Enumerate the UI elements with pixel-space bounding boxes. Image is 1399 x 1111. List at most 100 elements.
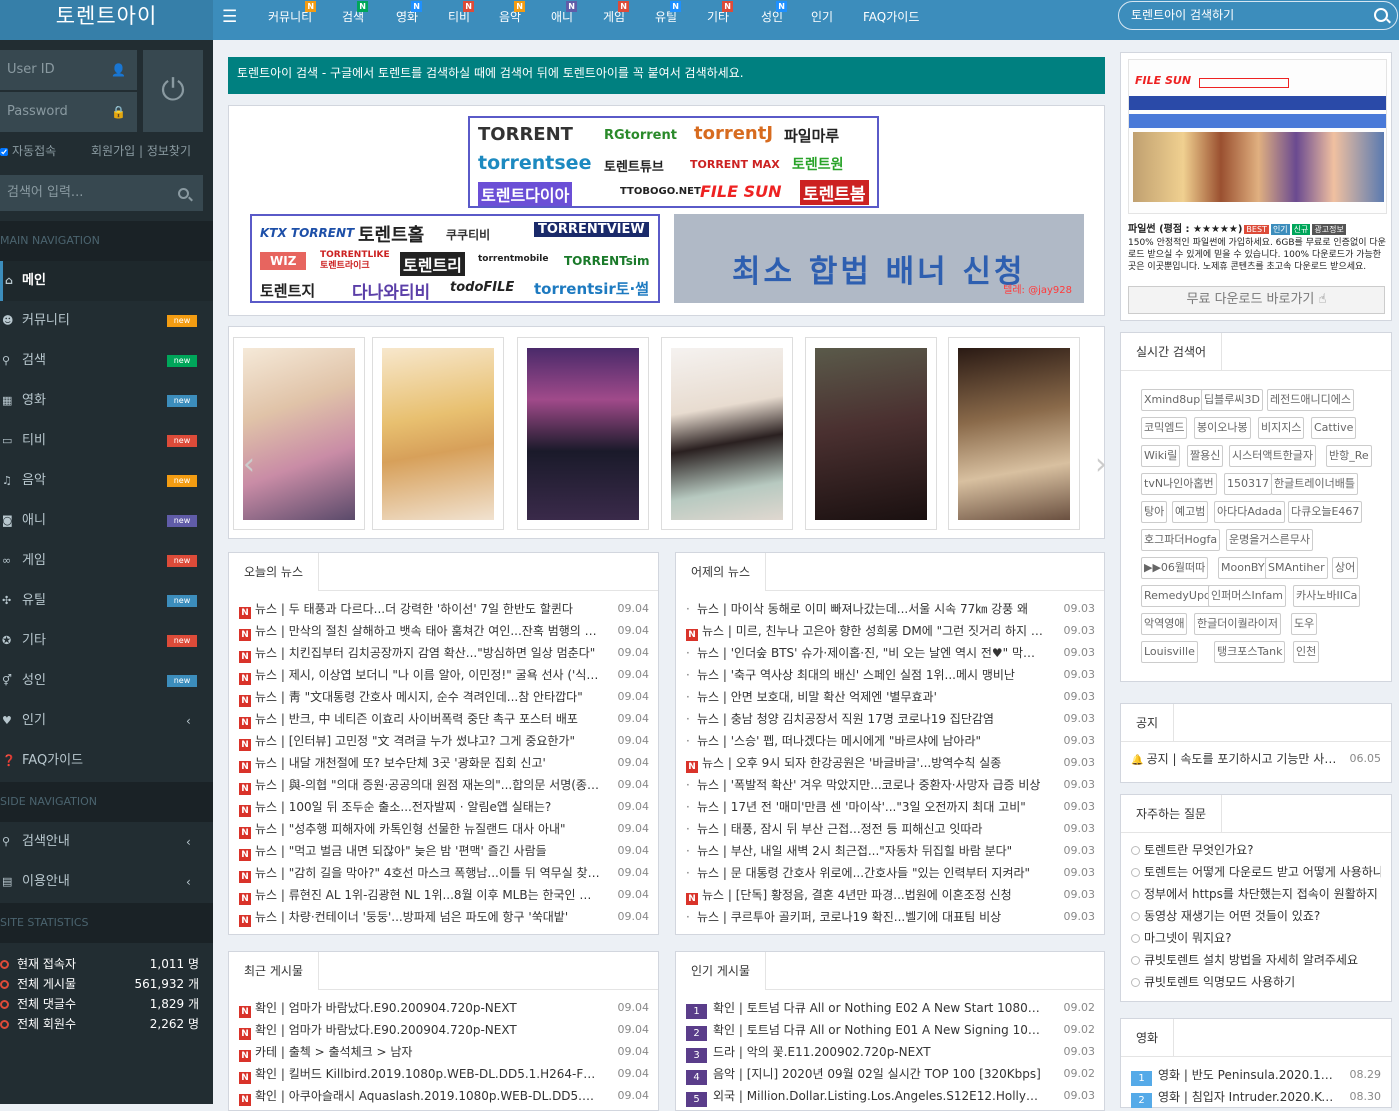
carousel-thumb[interactable]: [517, 337, 649, 530]
list-item[interactable]: 2 확인 | 토트넘 다큐 All or Nothing E01 A New Si…: [686, 1019, 1095, 1041]
banner-torrentmax[interactable]: TORRENT MAX: [690, 158, 780, 171]
topnav-item[interactable]: 게임 N: [603, 1, 630, 25]
banner-torrentsim[interactable]: TORRENTsim: [564, 254, 649, 268]
topnav-item[interactable]: 기타 N: [707, 1, 734, 25]
topnav-item[interactable]: 영화 N: [396, 1, 423, 25]
list-item[interactable]: N 뉴스 | "먹고 벌금 내면 되잖아" 늦은 밤 '편맥' 즐긴 사람들 09.…: [239, 840, 649, 862]
sidebar-item[interactable]: ▦ 영화 new: [0, 381, 213, 421]
sidebar-item[interactable]: ✣ 유틸 new: [0, 581, 213, 621]
list-item[interactable]: N 뉴스 | 靑 "文대통령 간호사 메시지, 순수 격려인데...참 안타깝다"…: [239, 686, 649, 708]
banner-todofile[interactable]: todoFILE: [450, 280, 514, 295]
site-logo[interactable]: 토렌트아이: [0, 0, 213, 40]
list-item[interactable]: N 뉴스 | [단독] 황정음, 결혼 4년만 파경...법원에 이혼조정 신청 0…: [686, 884, 1095, 906]
movie-item[interactable]: 2 영화 | 침입자 Intruder.2020.KOREAN 08.30: [1131, 1086, 1381, 1108]
banner-torrentone[interactable]: 토렌트원: [792, 154, 844, 174]
keyword-tag[interactable]: 도우: [1291, 613, 1318, 635]
keyword-tag[interactable]: 호그파더Hogfa: [1141, 529, 1221, 551]
list-item[interactable]: · 뉴스 | 마이삭 동해로 이미 빠져나갔는데...서울 시속 77㎞ 강풍 왜…: [686, 598, 1095, 620]
topnav-item[interactable]: 음악 N: [499, 1, 526, 25]
banner-torrentlike[interactable]: TORRENTLIKE 토렌트라이크: [320, 250, 400, 272]
keyword-tag[interactable]: 딥블루씨3D: [1201, 389, 1263, 411]
keyword-tag[interactable]: RemedyUpd: [1141, 585, 1214, 607]
tab-recent-posts[interactable]: 최근 게시물: [229, 952, 320, 990]
banner-torrent[interactable]: TORRENT: [478, 124, 573, 145]
userid-input[interactable]: User ID 👤: [0, 50, 137, 90]
keyword-tag[interactable]: 시스터액트한글자: [1229, 445, 1316, 467]
list-item[interactable]: · 뉴스 | '축구 역사상 최대의 배신' 스페인 실점 1위...메시 맹비난…: [686, 664, 1095, 686]
list-item[interactable]: N 뉴스 | 與-의협 "의대 증원·공공의대 원점 재논의"...합의문 서명(…: [239, 774, 649, 796]
list-item[interactable]: N 뉴스 | 반크, 中 네티즌 이효리 사이버폭력 중단 촉구 포스터 배포 09…: [239, 708, 649, 730]
list-item[interactable]: N 뉴스 | 내달 개천절에 또? 보수단체 3곳 '광화문 집회 신고' 09.0…: [239, 752, 649, 774]
login-button[interactable]: ⏻: [143, 50, 203, 132]
tab-notice[interactable]: 공지: [1121, 704, 1175, 742]
carousel-thumb[interactable]: [372, 337, 504, 530]
partner-banner-top[interactable]: TORRENT RGtorrent torrentJ 파일마루 torrents…: [468, 116, 879, 208]
sidebar-item[interactable]: ⚲ 검색안내 ‹: [0, 822, 213, 862]
free-download-button[interactable]: 무료 다운로드 바로가기 ☝: [1128, 286, 1385, 314]
topnav-item[interactable]: 성인 N: [761, 1, 788, 25]
join-links[interactable]: 회원가입 | 정보찾기: [91, 142, 191, 159]
topnav-item[interactable]: 인기: [811, 8, 833, 25]
faq-item[interactable]: 토렌트란 무엇인가요?: [1131, 839, 1381, 861]
keyword-tag[interactable]: Louisville: [1141, 641, 1198, 663]
topnav-item[interactable]: 검색 N: [342, 1, 369, 25]
password-input[interactable]: Password 🔒: [0, 92, 137, 132]
keyword-tag[interactable]: Xmind8up: [1141, 389, 1204, 411]
list-item[interactable]: N 확인 | 엄마가 바람났다.E90.200904.720p-NEXT 09.04: [239, 1019, 649, 1041]
tab-realtime-search[interactable]: 실시간 검색어: [1121, 333, 1223, 371]
banner-torrentview[interactable]: TORRENTVIEW: [534, 222, 649, 237]
banner-torrentj[interactable]: torrentJ: [694, 123, 773, 144]
tab-today-news[interactable]: 오늘의 뉴스: [229, 553, 320, 591]
list-item[interactable]: · 뉴스 | 쿠르투아 골키퍼, 코로나19 확진...벨기에 대표팀 비상 09.…: [686, 906, 1095, 928]
carousel-thumb[interactable]: [805, 337, 937, 530]
list-item[interactable]: 1 확인 | 토트넘 다큐 All or Nothing E02 A New St…: [686, 997, 1095, 1019]
list-item[interactable]: N 뉴스 | 만삭의 절친 살해하고 뱃속 태아 훔쳐간 여인...잔혹 범행의 …: [239, 620, 649, 642]
partner-banner-left[interactable]: KTX TORRENT 토렌트홀 쿠쿠티비 TORRENTVIEW WIZ TO…: [250, 214, 660, 303]
topnav-item[interactable]: FAQ가이드: [863, 8, 919, 25]
topnav-item[interactable]: 커뮤니티 N: [268, 1, 317, 25]
banner-rgtorrent[interactable]: RGtorrent: [604, 128, 677, 143]
sidebar-item[interactable]: ♥ 인기 ‹: [0, 701, 213, 741]
search-icon[interactable]: [178, 188, 189, 199]
banner-ttobogo[interactable]: TTOBOGO.NET: [620, 186, 701, 197]
keyword-tag[interactable]: ▶▶06월떠따: [1141, 557, 1209, 579]
keyword-tag[interactable]: 봉이오나봉: [1194, 417, 1251, 439]
banner-torrentmobile[interactable]: torrentmobile: [478, 254, 548, 264]
keyword-tag[interactable]: 레전드애니디에스: [1267, 389, 1354, 411]
list-item[interactable]: · 뉴스 | 17년 전 '매미'만큼 센 '마이삭'..."3일 오전까지 최대…: [686, 796, 1095, 818]
sidebar-item[interactable]: ☻ 커뮤니티 new: [0, 301, 213, 341]
list-item[interactable]: · 뉴스 | 안면 보호대, 비말 확산 억제엔 '별무효과' 09.03: [686, 686, 1095, 708]
legal-banner[interactable]: 최소 합법 배너 신청 텔레: @jay928: [674, 214, 1084, 303]
keyword-tag[interactable]: 한글더이퀄라이저: [1194, 613, 1281, 635]
banner-wiz[interactable]: WIZ: [260, 252, 307, 270]
tab-popular-posts[interactable]: 인기 게시물: [676, 952, 767, 990]
list-item[interactable]: N 뉴스 | [인터뷰] 고민정 "文 격려글 누가 썼냐고? 그게 중요한가" 0…: [239, 730, 649, 752]
chevron-left-icon[interactable]: ‹: [243, 447, 255, 482]
list-item[interactable]: · 뉴스 | '폭발적 확산' 겨우 막았지만...코로나 중환자·사망자 급증 …: [686, 774, 1095, 796]
list-item[interactable]: N 카테 | 출첵 > 출석체크 > 남자 09.04: [239, 1041, 649, 1063]
banner-filemaru[interactable]: 파일마루: [784, 125, 839, 146]
list-item[interactable]: 4 음악 | [지니] 2020년 09월 02일 실시간 TOP 100 [32…: [686, 1063, 1095, 1085]
keyword-tag[interactable]: 비지지스: [1258, 417, 1305, 439]
hamburger-icon[interactable]: ☰: [222, 7, 237, 27]
list-item[interactable]: N 뉴스 | 오후 9시 되자 한강공원은 '바글바글'...방역수칙 실종 09.…: [686, 752, 1095, 774]
banner-torrenthol[interactable]: 토렌트홀: [358, 221, 424, 247]
banner-torrentji[interactable]: 토렌트지: [260, 280, 315, 301]
list-item[interactable]: · 뉴스 | '스승' 펩, 떠나겠다는 메시에게 "바르샤에 남아라" 09.03: [686, 730, 1095, 752]
list-item[interactable]: · 뉴스 | 태풍, 잠시 뒤 부산 근접...정전 등 피해신고 잇따라 09.0…: [686, 818, 1095, 840]
keyword-tag[interactable]: 코믹엠드: [1141, 417, 1188, 439]
list-item[interactable]: · 뉴스 | 충남 청양 김치공장서 직원 17명 코로나19 집단감염 09.03: [686, 708, 1095, 730]
keyword-tag[interactable]: 인퍼머스Infam: [1208, 585, 1287, 607]
banner-kukutv[interactable]: 쿠쿠티비: [446, 226, 490, 243]
keyword-tag[interactable]: Cattive: [1311, 417, 1357, 439]
keyword-tag[interactable]: 카사노바IICa: [1293, 585, 1361, 607]
faq-item[interactable]: 동영상 재생기는 어떤 것들이 있죠?: [1131, 905, 1381, 927]
sidebar-item[interactable]: ⚥ 성인 new: [0, 661, 213, 701]
sidebar-item[interactable]: ❓ FAQ가이드: [0, 741, 213, 781]
faq-item[interactable]: 큐빗토렌트 설치 방법을 자세히 알려주세요: [1131, 949, 1381, 971]
banner-torrentsir[interactable]: torrentsir토·썰: [534, 278, 649, 299]
banner-filesun[interactable]: FILE SUN: [700, 182, 781, 201]
keyword-tag[interactable]: 아다다Adada: [1214, 501, 1286, 523]
keyword-tag[interactable]: 악역영애: [1141, 613, 1188, 635]
keyword-tag[interactable]: 운명을거스른무사: [1226, 529, 1313, 551]
